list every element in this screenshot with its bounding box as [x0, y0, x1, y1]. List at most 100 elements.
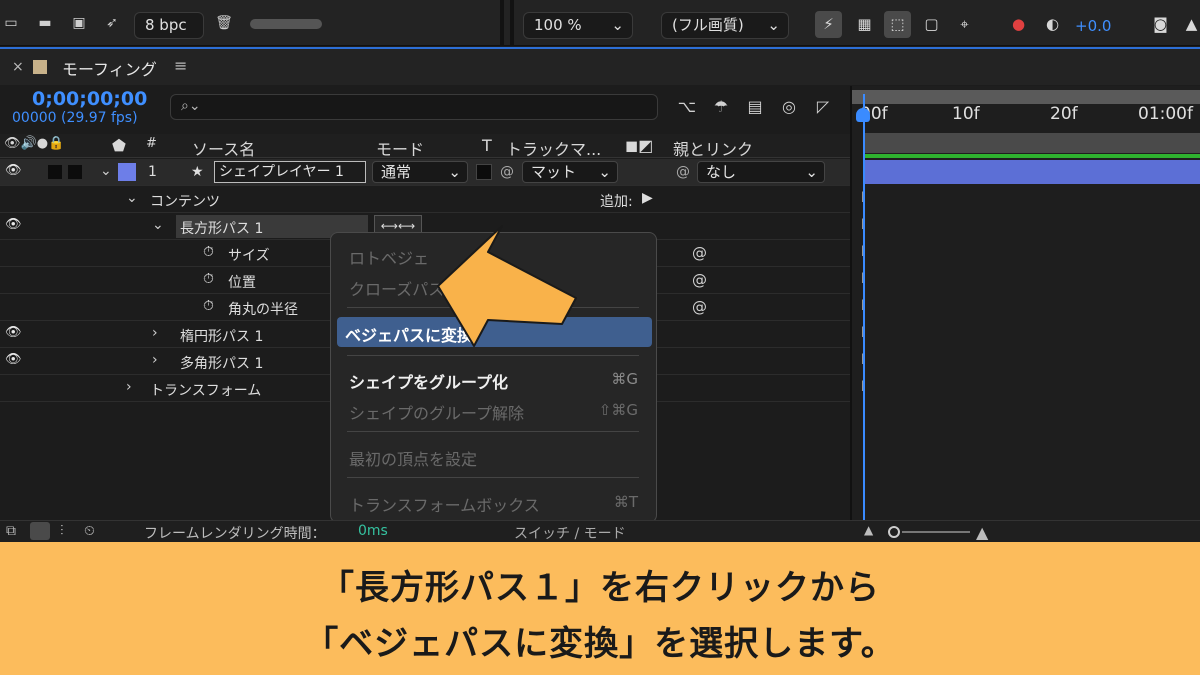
shy-layers-icon[interactable]: ☂ [710, 96, 732, 118]
work-area-bar[interactable] [864, 133, 1200, 153]
eye-icon[interactable]: 👁 [5, 325, 22, 340]
menu-item-ungroup-shapes[interactable]: シェイプのグループ解除 [349, 400, 524, 424]
menu-item-transform-box[interactable]: トランスフォームボックス [349, 492, 540, 516]
toggle-in-out-icon[interactable]: ⫶ [60, 523, 64, 539]
timeline-panel-tab: × モーフィング ≡ [0, 47, 1200, 85]
pickwhip-icon[interactable]: @ [676, 164, 690, 180]
show-snapshot-icon[interactable]: ▲ [1178, 11, 1200, 38]
region-of-interest-icon[interactable]: ▢ [918, 11, 945, 38]
rect-path-label[interactable]: 長方形パス 1 [180, 218, 263, 238]
tree-row-contents[interactable]: ⌄ コンテンツ 追加: ▶ [0, 186, 850, 213]
av-features-icons: 👁🔊●🔒 [4, 136, 65, 151]
chevron-right-icon[interactable]: › [126, 379, 132, 395]
layer-name-field[interactable]: シェイプレイヤー 1 [214, 161, 366, 183]
project-scrollbar[interactable] [250, 19, 322, 29]
polygon-path-label[interactable]: 多角形パス 1 [180, 353, 263, 373]
timeline-area[interactable]: 00f 10f 20f 01:00f I I I I I I I I [852, 86, 1200, 520]
playhead-handle[interactable] [856, 108, 870, 122]
divider [500, 0, 504, 46]
track-matte-value: マット [531, 163, 577, 181]
transparency-grid-icon[interactable]: ▦ [851, 11, 878, 38]
zoom-slider-handle[interactable] [888, 526, 900, 538]
transform-label: トランスフォーム [150, 383, 262, 399]
expression-pickwhip-icon[interactable]: @ [692, 244, 707, 262]
eye-icon[interactable]: 👁 [5, 217, 22, 232]
rocket-icon[interactable]: ➶ [103, 15, 121, 31]
column-mode[interactable]: モード [376, 136, 424, 160]
column-t[interactable]: T [482, 136, 492, 155]
top-toolbar: ▭ ▬ ▣ ➶ 8 bpc 🗑 100 % ⌄ (フル画質) ⌄ ⚡ ▦ ⬚ ▢… [0, 0, 1200, 46]
layer-number: 1 [148, 164, 157, 180]
toggle-layer-switches-icon[interactable]: ⧉ [6, 523, 16, 539]
chevron-down-icon: ⌄ [598, 163, 611, 181]
comp-flowchart-icon[interactable]: ⌥ [676, 96, 698, 118]
column-source-name[interactable]: ソース名 [192, 136, 255, 160]
ellipse-path-label[interactable]: 楕円形パス 1 [180, 326, 263, 346]
column-parent-link[interactable]: 親とリンク [673, 136, 753, 160]
caption-line-2: 「ベジェパスに変換」を選択します。 [304, 624, 896, 664]
tick-label: 20f [1050, 104, 1078, 124]
zoom-in-icon[interactable]: ▲ [976, 523, 988, 542]
blend-mode-select[interactable]: 通常 ⌄ [372, 161, 468, 183]
solo-switch[interactable] [48, 165, 62, 179]
panel-menu-icon[interactable]: ≡ [174, 56, 187, 75]
toggle-render-time-icon[interactable]: ⏲ [84, 523, 95, 539]
snapshot-camera-icon[interactable]: ◙ [1147, 11, 1174, 38]
mask-path-icon[interactable]: ⬚ [884, 11, 911, 38]
lock-switch[interactable] [68, 165, 82, 179]
render-queue-icon[interactable]: ▭ [2, 15, 20, 31]
exposure-value[interactable]: +0.0 [1075, 17, 1111, 35]
eye-icon[interactable]: 👁 [5, 163, 22, 178]
layer-search-input[interactable]: ⌕⌄ [170, 94, 658, 120]
zoom-slider-track[interactable] [902, 531, 970, 533]
expression-pickwhip-icon[interactable]: @ [692, 271, 707, 289]
trash-icon[interactable]: 🗑 [215, 15, 233, 31]
color-channels-icon[interactable]: ● [1005, 11, 1032, 38]
track-matte-select[interactable]: マット ⌄ [522, 161, 618, 183]
time-navigator-bar[interactable] [852, 90, 1200, 104]
zoom-out-icon[interactable]: ▲ [864, 523, 873, 537]
chevron-down-icon[interactable]: ⌄ [126, 190, 138, 206]
exposure-icon[interactable]: ◐ [1039, 11, 1066, 38]
frame-blending-icon[interactable]: ▤ [744, 96, 766, 118]
add-button[interactable]: ▶ [642, 190, 653, 206]
chevron-right-icon[interactable]: › [152, 325, 158, 341]
chevron-right-icon[interactable]: › [152, 352, 158, 368]
chevron-down-icon[interactable]: ⌄ [152, 217, 164, 233]
menu-item-set-first-vertex[interactable]: 最初の頂点を設定 [349, 446, 477, 470]
caption-line-1: 「長方形パス１」を右クリックから [320, 568, 880, 608]
expression-pickwhip-icon[interactable]: @ [692, 298, 707, 316]
layer-row[interactable]: 👁 ⌄ 1 ★ シェイプレイヤー 1 通常 ⌄ @ マット ⌄ @ なし ⌄ [0, 159, 850, 186]
toggle-modes-icon[interactable] [30, 522, 50, 540]
bpc-button[interactable]: 8 bpc [134, 12, 204, 39]
matte-icons: ◼◩ [625, 136, 654, 155]
graph-editor-icon[interactable]: ◸ [812, 96, 834, 118]
layer-duration-bar[interactable] [864, 160, 1200, 184]
motion-blur-icon[interactable]: ◎ [778, 96, 800, 118]
eye-icon[interactable]: 👁 [5, 352, 22, 367]
guides-icon[interactable]: ⌖ [951, 11, 978, 38]
zoom-select[interactable]: 100 % ⌄ [523, 12, 633, 39]
parent-select[interactable]: なし ⌄ [697, 161, 825, 183]
frame-count: 00000 (29.97 fps) [12, 110, 138, 126]
close-icon[interactable]: × [12, 59, 24, 75]
chevron-down-icon: ⌄ [611, 16, 624, 34]
switches-modes-toggle[interactable]: スイッチ / モード [514, 523, 626, 543]
fast-preview-icon[interactable]: ⚡ [815, 11, 842, 38]
preserve-transparency-checkbox[interactable] [476, 164, 492, 180]
menu-item-group-shapes[interactable]: シェイプをグループ化 [349, 369, 508, 393]
chevron-down-icon[interactable]: ⌄ [100, 163, 112, 179]
pointer-arrow-annotation [437, 225, 577, 347]
playhead-line[interactable] [863, 94, 865, 520]
composition-icon[interactable]: ▣ [70, 15, 88, 31]
stopwatch-icon[interactable]: ⏱ [203, 244, 214, 260]
menu-item-rotobezier[interactable]: ロトベジェ [349, 245, 429, 269]
layer-label-color[interactable] [118, 163, 136, 181]
column-track-matte[interactable]: トラックマ... [506, 136, 601, 160]
stopwatch-icon[interactable]: ⏱ [203, 298, 214, 314]
composition-tab-title[interactable]: モーフィング [62, 56, 157, 80]
stopwatch-icon[interactable]: ⏱ [203, 271, 214, 287]
folder-icon[interactable]: ▬ [36, 15, 54, 31]
current-timecode[interactable]: 0;00;00;00 [32, 88, 147, 110]
resolution-select[interactable]: (フル画質) ⌄ [661, 12, 789, 39]
